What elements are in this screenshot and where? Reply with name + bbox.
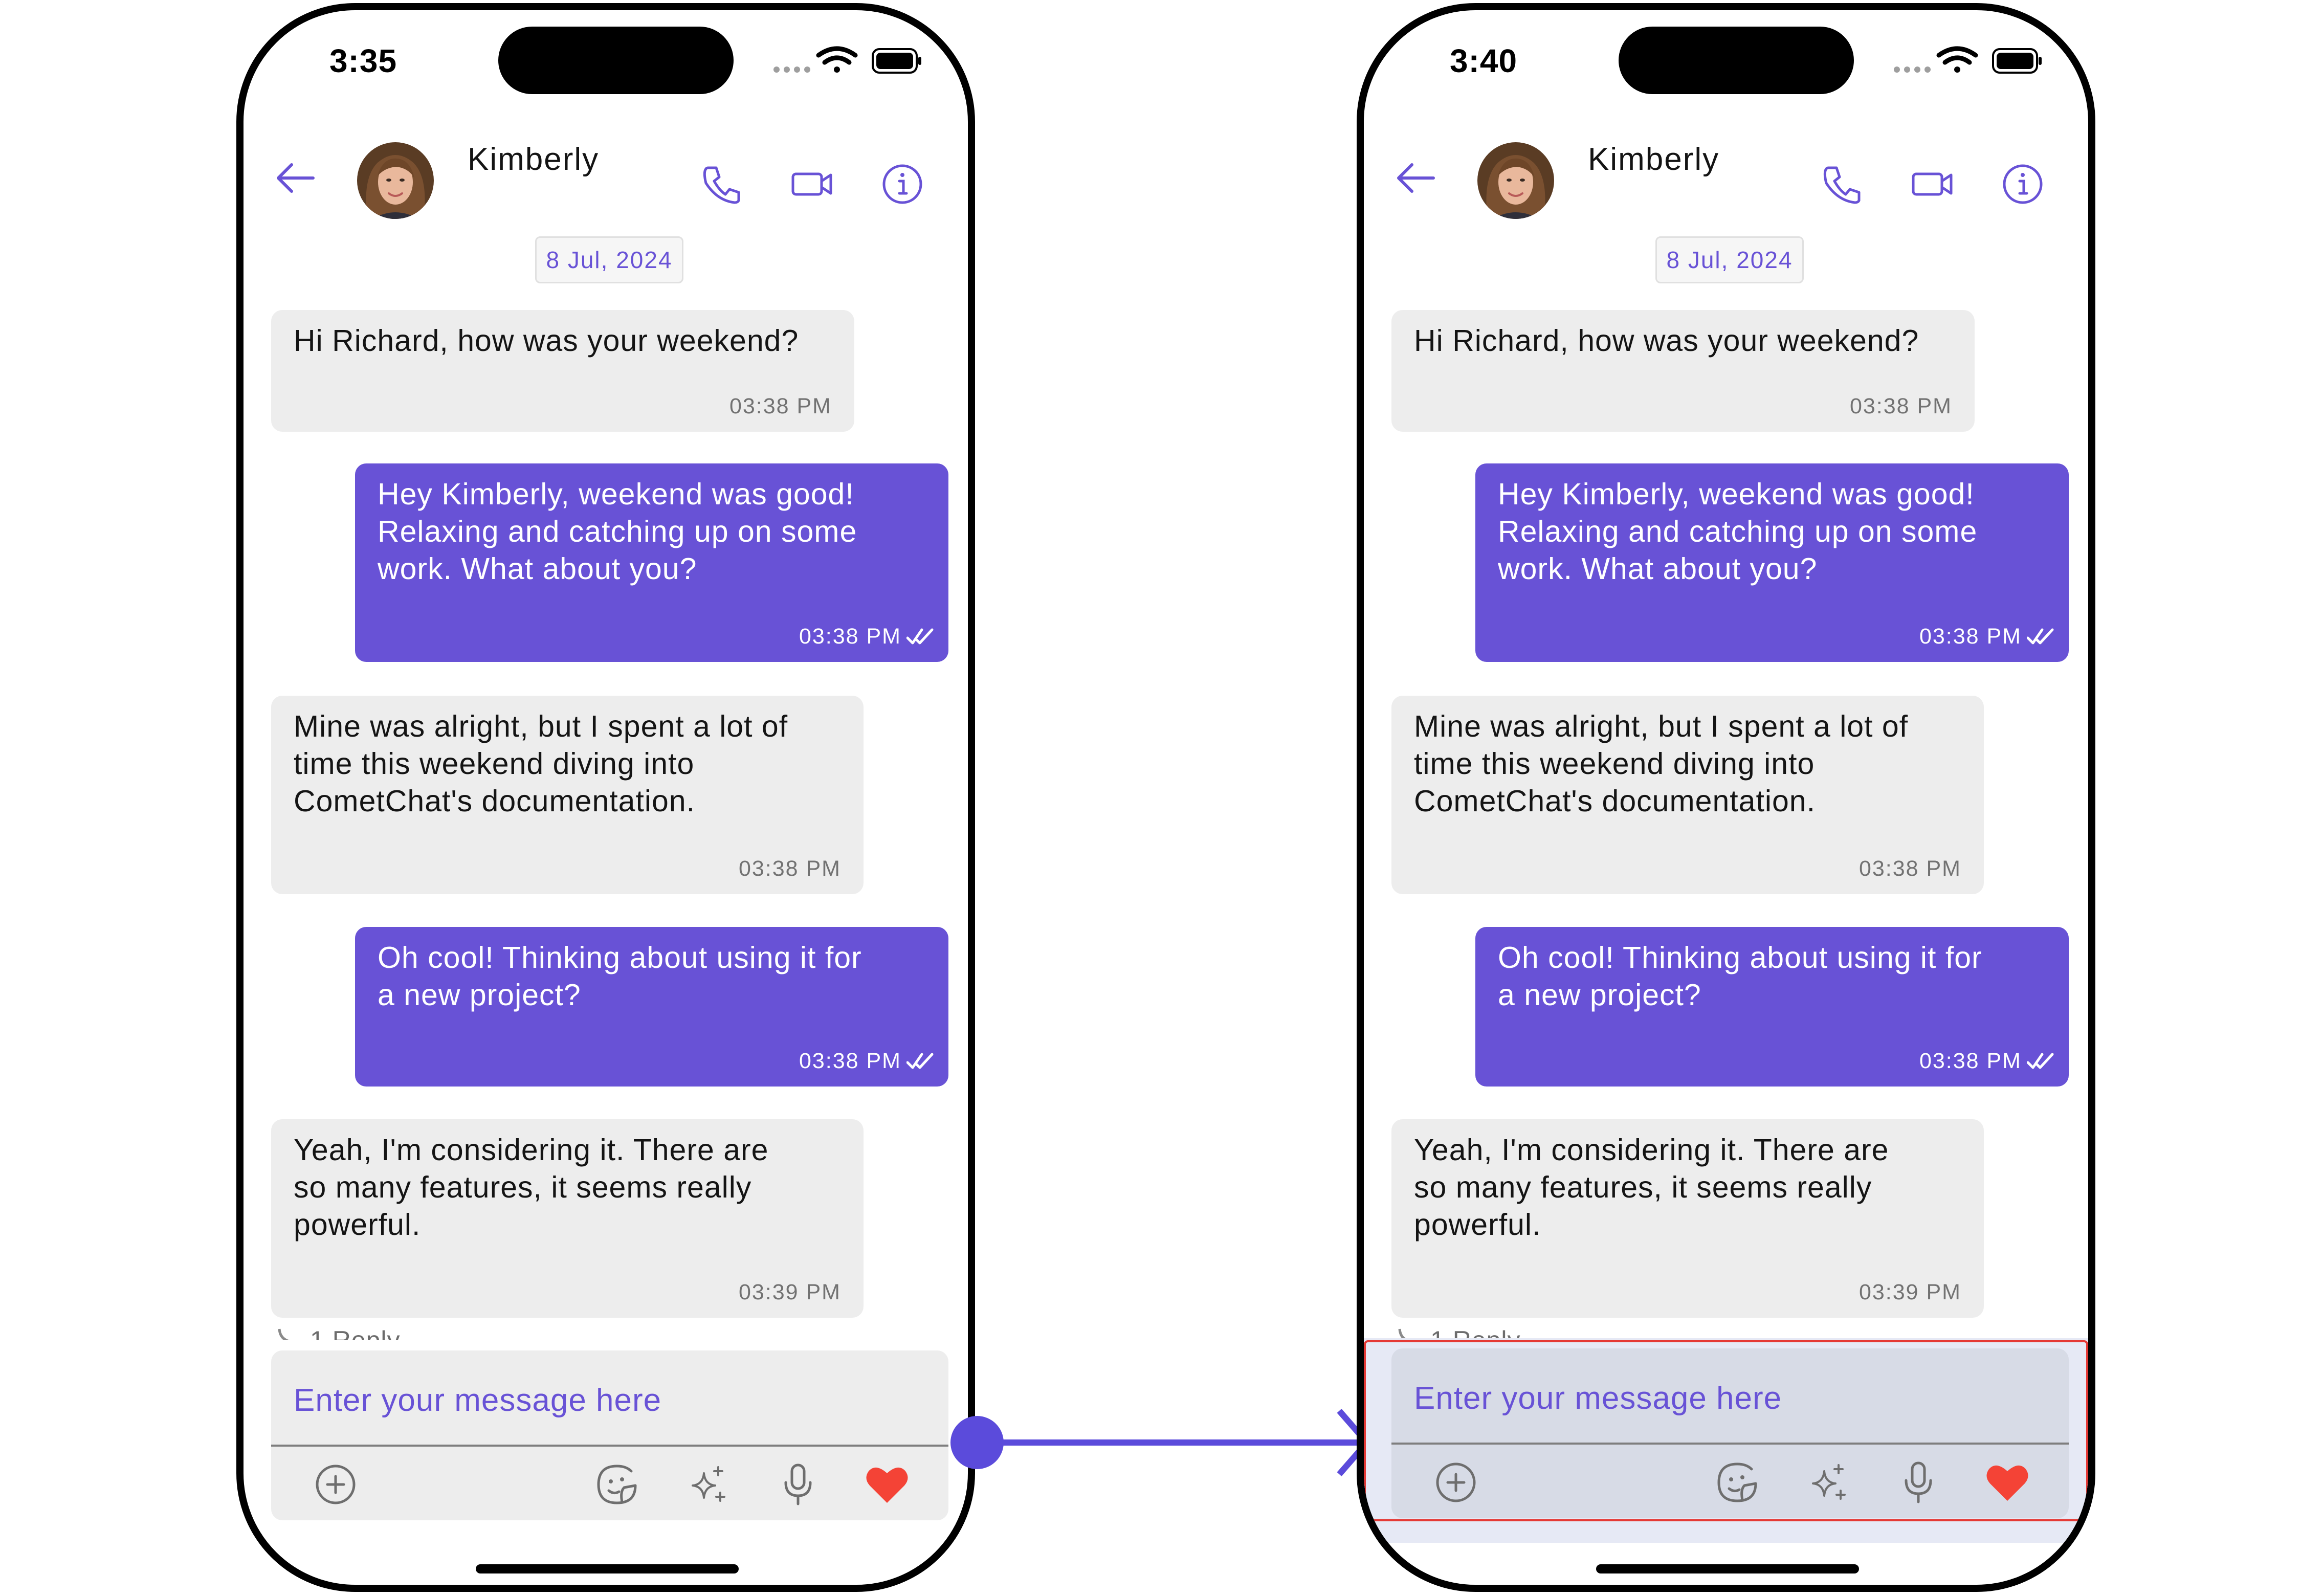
message-line: Yeah, I'm considering it. There are (294, 1133, 769, 1167)
composer-highlight-outline (1364, 1340, 2088, 1521)
message-line: CometChat's documentation. (1414, 784, 1816, 818)
message-time: 03:38 PM (729, 394, 832, 418)
message-bubble-incoming[interactable]: Mine was alright, but I spent a lot of t… (1391, 696, 1984, 894)
message-bubble-outgoing[interactable]: Hey Kimberly, weekend was good! Relaxing… (355, 463, 948, 662)
contact-name[interactable]: Kimberly (1588, 141, 1719, 178)
message-line: time this weekend diving into (294, 747, 695, 781)
chat-header: Kimberly (244, 123, 968, 225)
battery-icon (872, 48, 921, 74)
dynamic-island (498, 27, 734, 94)
video-icon[interactable] (1908, 160, 1957, 209)
message-bubble-incoming[interactable]: Yeah, I'm considering it. There are so m… (271, 1119, 864, 1318)
thread-reply-count: 1 Reply (310, 1326, 401, 1340)
message-line: Oh cool! Thinking about using it for (1498, 941, 1982, 974)
message-composer: Enter your message here (271, 1350, 948, 1520)
dynamic-island (1619, 27, 1854, 94)
battery-icon (1992, 48, 2042, 74)
message-meta: 03:38 PM (799, 1050, 934, 1072)
reply-icon (278, 1328, 290, 1340)
sticker-icon[interactable] (592, 1460, 641, 1509)
status-time: 3:35 (329, 42, 397, 79)
cellular-icon (1894, 66, 1931, 73)
message-line: so many features, it seems really (1414, 1170, 1872, 1204)
double-check-icon (906, 1053, 934, 1069)
message-line: time this weekend diving into (1414, 747, 1815, 781)
avatar[interactable] (1477, 142, 1554, 219)
message-line: powerful. (294, 1208, 421, 1242)
date-separator: 8 Jul, 2024 (535, 236, 683, 283)
cellular-icon (773, 66, 810, 73)
add-circle-icon[interactable] (311, 1460, 360, 1509)
message-bubble-incoming[interactable]: Hi Richard, how was your weekend? 03:38 … (271, 310, 854, 432)
ai-sparkle-icon[interactable] (683, 1460, 733, 1509)
message-bubble-outgoing[interactable]: Oh cool! Thinking about using it for a n… (355, 927, 948, 1087)
video-icon[interactable] (788, 160, 837, 209)
message-line: Hi Richard, how was your weekend? (1414, 324, 1919, 358)
message-bubble-incoming[interactable]: Mine was alright, but I spent a lot of t… (271, 696, 864, 894)
date-separator: 8 Jul, 2024 (1655, 236, 1804, 283)
arrow-left-icon[interactable] (271, 153, 320, 203)
status-icons (770, 46, 924, 77)
home-indicator (476, 1564, 739, 1573)
message-line: Relaxing and catching up on some (378, 515, 857, 548)
contact-name[interactable]: Kimberly (468, 141, 599, 178)
message-line: Mine was alright, but I spent a lot of (294, 710, 788, 743)
message-meta: 03:38 PM (1919, 1050, 2054, 1072)
home-indicator (1596, 1564, 1859, 1573)
message-line: Mine was alright, but I spent a lot of (1414, 710, 1909, 743)
message-time: 03:38 PM (1919, 624, 2022, 649)
message-line: Yeah, I'm considering it. There are (1414, 1133, 1889, 1167)
wifi-icon (816, 46, 858, 73)
message-time: 03:39 PM (1858, 1280, 1961, 1304)
status-time: 3:40 (1449, 42, 1518, 79)
arrow-left-icon[interactable] (1391, 153, 1441, 203)
status-icons (1891, 46, 2044, 77)
message-time: 03:39 PM (738, 1280, 841, 1304)
double-check-icon (2027, 628, 2054, 644)
message-line: so many features, it seems really (294, 1170, 752, 1204)
message-time: 03:38 PM (799, 624, 901, 649)
message-line: Hey Kimberly, weekend was good! (378, 477, 854, 511)
heart-icon[interactable] (862, 1460, 912, 1509)
transition-arrow (950, 1409, 1371, 1476)
message-line: work. What about you? (378, 552, 697, 586)
message-time: 03:38 PM (1849, 394, 1952, 418)
message-line: work. What about you? (1498, 552, 1818, 586)
message-bubble-incoming[interactable]: Hi Richard, how was your weekend? 03:38 … (1391, 310, 1975, 432)
avatar[interactable] (357, 142, 434, 219)
message-line: a new project? (1498, 978, 1701, 1012)
message-time: 03:38 PM (1919, 1049, 2022, 1073)
thread-reply-link[interactable]: 1 Reply (276, 1325, 491, 1340)
message-line: Relaxing and catching up on some (1498, 515, 1978, 548)
double-check-icon (2027, 1053, 2054, 1069)
message-line: CometChat's documentation. (294, 784, 695, 818)
info-icon[interactable] (878, 160, 927, 209)
message-meta: 03:38 PM (1919, 626, 2054, 648)
message-line: Oh cool! Thinking about using it for (378, 941, 862, 974)
composer-divider (271, 1445, 948, 1447)
message-line: a new project? (378, 978, 581, 1012)
message-meta: 03:38 PM (799, 626, 934, 648)
double-check-icon (906, 628, 934, 644)
message-line: Hi Richard, how was your weekend? (294, 324, 799, 358)
message-bubble-outgoing[interactable]: Hey Kimberly, weekend was good! Relaxing… (1475, 463, 2069, 662)
phone-right: 3:40 Kimberly 8 Jul, 2024 Hi Richard, ho… (1357, 3, 2095, 1592)
info-icon[interactable] (1998, 160, 2047, 209)
message-line: Hey Kimberly, weekend was good! (1498, 477, 1975, 511)
wifi-icon (1936, 46, 1978, 73)
phone-icon[interactable] (1817, 160, 1866, 209)
chat-header: Kimberly (1364, 123, 2088, 225)
message-bubble-outgoing[interactable]: Oh cool! Thinking about using it for a n… (1475, 927, 2069, 1087)
message-time: 03:38 PM (799, 1049, 901, 1073)
message-bubble-incoming[interactable]: Yeah, I'm considering it. There are so m… (1391, 1119, 1984, 1318)
microphone-icon[interactable] (773, 1460, 823, 1509)
message-line: powerful. (1414, 1208, 1541, 1242)
message-time: 03:38 PM (738, 856, 841, 881)
message-input[interactable]: Enter your message here (294, 1382, 661, 1418)
phone-left: 3:35 Kimberly 8 Jul, 2024 Hi Richard, ho… (236, 3, 975, 1592)
phone-icon[interactable] (697, 160, 746, 209)
message-time: 03:38 PM (1858, 856, 1961, 881)
